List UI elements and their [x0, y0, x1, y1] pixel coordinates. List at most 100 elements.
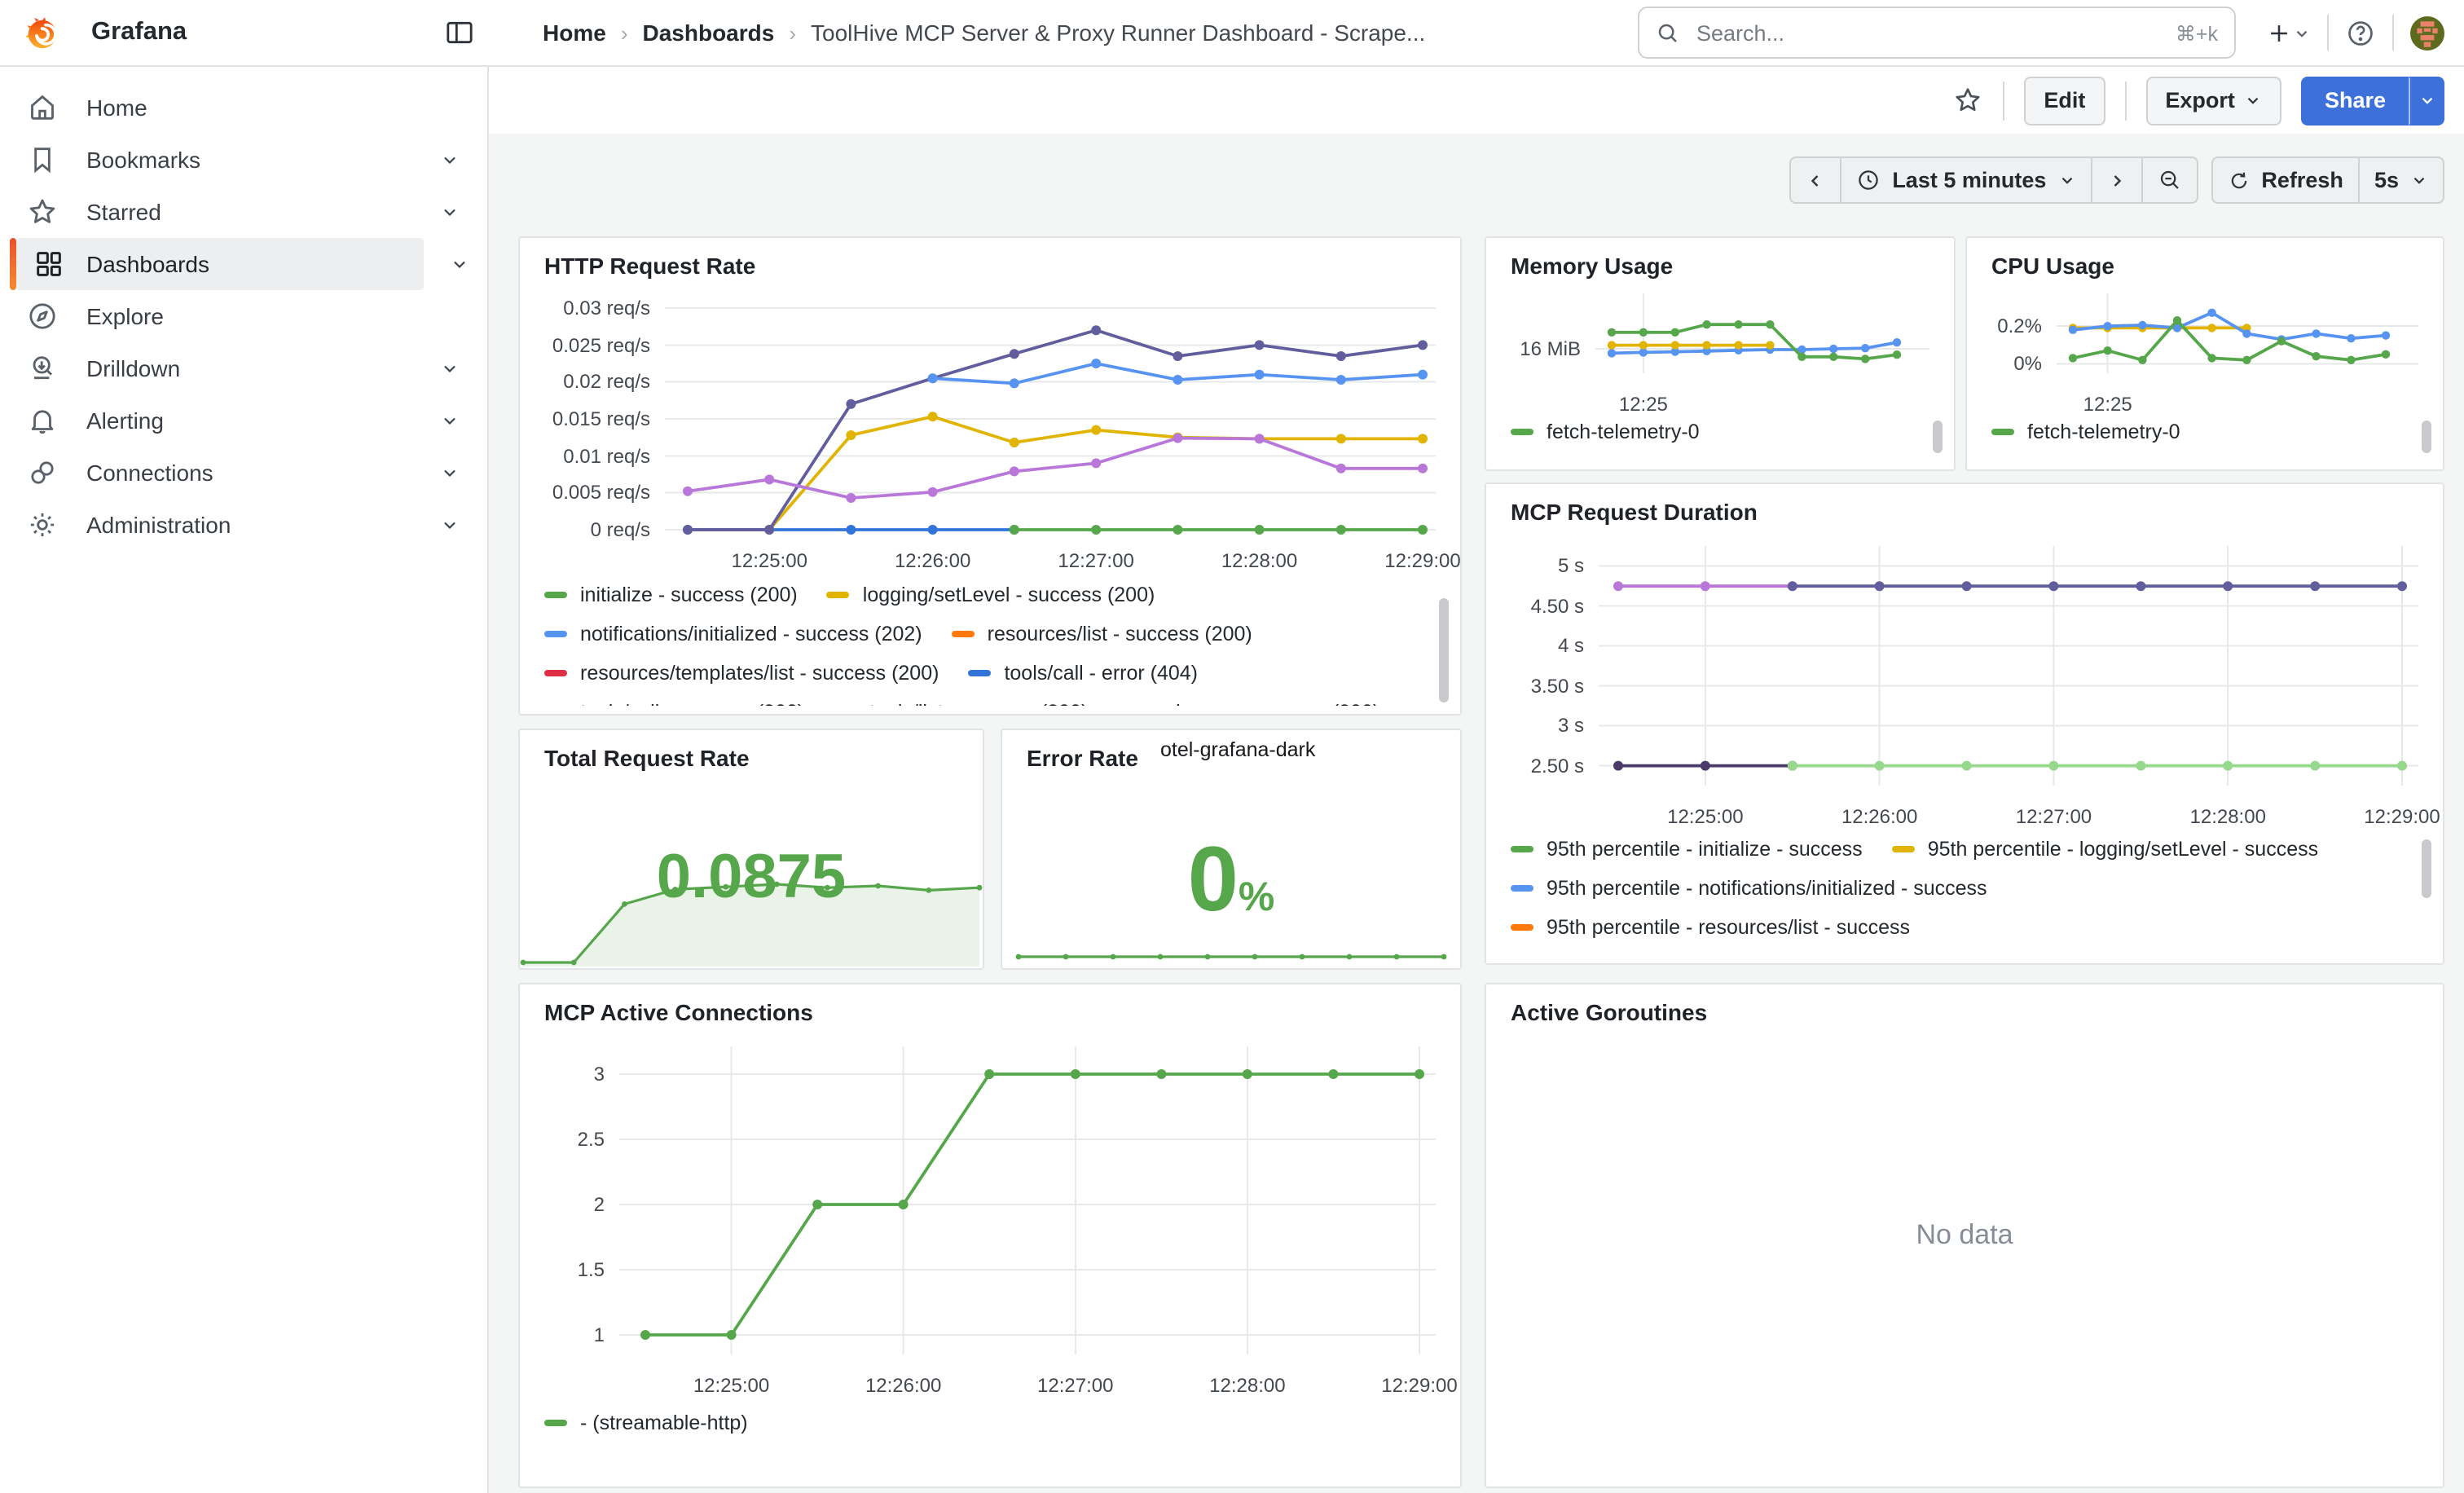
legend-item[interactable]: unknown - success (200) [1117, 699, 1379, 706]
time-range-picker[interactable]: Last 5 minutes [1840, 156, 2092, 204]
legend-item[interactable]: logging/setLevel - success (200) [827, 582, 1155, 608]
sidebar-item-administration[interactable]: Administration [0, 499, 487, 551]
panel-title[interactable]: Error Rate [1027, 742, 1138, 776]
sidebar-item-dashboards[interactable]: Dashboards [16, 238, 424, 290]
zoom-out-button[interactable] [2141, 156, 2198, 204]
time-back-button[interactable] [1789, 156, 1841, 204]
sidebar-toggle-icon[interactable] [443, 16, 476, 49]
sidebar-item-home[interactable]: Home [0, 81, 487, 134]
chevron-down-icon [2410, 171, 2428, 189]
home-icon [26, 91, 59, 124]
help-button[interactable] [2345, 17, 2376, 48]
share-button[interactable]: Share [2302, 76, 2409, 125]
panel-title[interactable]: Memory Usage [1511, 249, 1673, 284]
stat-value: 0.0875 [520, 843, 983, 913]
header-divider [2392, 15, 2394, 51]
header-actions: ⌘+k [1638, 0, 2444, 65]
connections-icon [26, 456, 59, 489]
add-button[interactable] [2265, 19, 2311, 46]
panel-title[interactable]: Active Goroutines [1511, 996, 1707, 1030]
edit-button[interactable]: Edit [2024, 76, 2105, 125]
chevron-down-icon[interactable] [450, 254, 469, 274]
chart-plot[interactable] [1595, 288, 1929, 386]
sidebar-item-alerting[interactable]: Alerting [0, 394, 487, 447]
panel-title[interactable]: Total Request Rate [544, 742, 750, 776]
chevron-down-icon[interactable] [440, 411, 460, 430]
chevron-down-icon[interactable] [440, 359, 460, 378]
time-forward-button[interactable] [2090, 156, 2142, 204]
breadcrumb-dashboards[interactable]: Dashboards [643, 20, 775, 46]
legend-item[interactable]: - (streamable-http) [544, 1410, 748, 1436]
legend-item[interactable]: 95th percentile - initialize - success [1511, 836, 1863, 862]
chart-legend: initialize - success (200) logging/setLev… [544, 582, 1392, 706]
chart-plot[interactable] [665, 295, 1436, 543]
breadcrumb-home[interactable]: Home [543, 20, 606, 46]
panel-title[interactable]: MCP Active Connections [544, 996, 813, 1030]
panel-title[interactable]: HTTP Request Rate [544, 249, 755, 284]
legend-item[interactable]: notifications/initialized - success (202… [544, 621, 922, 647]
legend-scrollbar[interactable] [1439, 598, 1449, 702]
chevron-down-icon[interactable] [440, 202, 460, 222]
legend-item[interactable]: fetch-telemetry-0 [1991, 419, 2180, 445]
sidebar-item-bookmarks[interactable]: Bookmarks [0, 134, 487, 186]
chart-legend: fetch-telemetry-0 [1991, 419, 2418, 455]
panel-title[interactable]: CPU Usage [1991, 249, 2114, 284]
bookmark-icon [26, 143, 59, 176]
toolbar-divider [2124, 81, 2126, 120]
refresh-interval-picker[interactable]: 5s [2358, 156, 2444, 204]
gear-icon [26, 509, 59, 541]
legend-scrollbar[interactable] [2422, 839, 2431, 898]
legend-item[interactable]: resources/templates/list - success (200) [544, 660, 939, 686]
sidebar-item-explore[interactable]: Explore [0, 290, 487, 342]
star-favorite-icon[interactable] [1952, 85, 1983, 116]
sidebar-item-label: Administration [86, 512, 231, 538]
legend-item[interactable]: resources/list - success (200) [952, 621, 1252, 647]
sidebar-item-drilldown[interactable]: Drilldown [0, 342, 487, 394]
user-avatar[interactable] [2410, 15, 2444, 50]
search-box[interactable]: ⌘+k [1638, 7, 2236, 59]
chart-plot[interactable] [2057, 288, 2418, 386]
brand-name: Grafana [91, 18, 187, 47]
x-axis-labels: 12:25 [1511, 386, 1929, 414]
sidebar-item-label: Alerting [86, 407, 164, 434]
chart-plot[interactable] [619, 1042, 1436, 1367]
legend-item[interactable]: fetch-telemetry-0 [1511, 419, 1700, 445]
sidebar-item-starred[interactable]: Starred [0, 186, 487, 238]
grafana-app: Grafana Home › Dashboards › ToolHive MCP… [0, 0, 2464, 1493]
panel-active-goroutines: Active Goroutines No data [1485, 983, 2444, 1488]
search-input[interactable] [1693, 19, 2163, 46]
legend-item[interactable]: 95th percentile - notifications/initiali… [1511, 875, 1987, 901]
breadcrumb-current: ToolHive MCP Server & Proxy Runner Dashb… [811, 20, 1425, 46]
chevron-down-icon [2057, 171, 2075, 189]
clock-icon [1856, 168, 1881, 192]
panel-title[interactable]: MCP Request Duration [1511, 495, 1758, 530]
chevron-down-icon[interactable] [440, 150, 460, 170]
chart-legend: fetch-telemetry-0 [1511, 419, 1929, 455]
export-button[interactable]: Export [2145, 76, 2282, 125]
legend-item[interactable]: tools/call - success (200) [544, 699, 804, 706]
legend-item[interactable]: 95th percentile - resources/list - succe… [1511, 914, 1910, 940]
legend-item[interactable]: tools/list - success (200) [834, 699, 1088, 706]
legend-item[interactable]: 95th percentile - resources/templates/li… [1511, 953, 2004, 957]
dashboards-grid-icon [33, 248, 65, 280]
no-data-message: No data [1486, 1219, 2443, 1252]
legend-scrollbar[interactable] [2422, 421, 2431, 453]
sparkline[interactable] [1015, 942, 1447, 962]
panel-mcp-active-connections: MCP Active Connections 11.522.53 12:25:0… [518, 983, 1462, 1488]
chevron-down-icon[interactable] [440, 515, 460, 535]
refresh-button[interactable]: Refresh [2211, 156, 2360, 204]
legend-item[interactable]: 95th percentile - logging/setLevel - suc… [1892, 836, 2318, 862]
share-dropdown-button[interactable] [2409, 76, 2444, 125]
y-axis-labels: 0.2%0% [1991, 288, 2057, 386]
legend-item[interactable]: initialize - success (200) [544, 582, 798, 608]
sidebar-item-connections[interactable]: Connections [0, 447, 487, 499]
legend-item[interactable]: tools/call - error (404) [968, 660, 1198, 686]
sidebar-item-label: Drilldown [86, 355, 180, 381]
legend-scrollbar[interactable] [1933, 421, 1943, 453]
dashboard-canvas: Last 5 minutes Refresh [489, 134, 2464, 1493]
sidebar-item-label: Dashboards [86, 251, 209, 277]
chevron-down-icon[interactable] [440, 463, 460, 482]
header-brand-area: Grafana [0, 0, 489, 65]
toolbar-divider [2003, 81, 2004, 120]
chart-plot[interactable] [1599, 541, 2418, 799]
